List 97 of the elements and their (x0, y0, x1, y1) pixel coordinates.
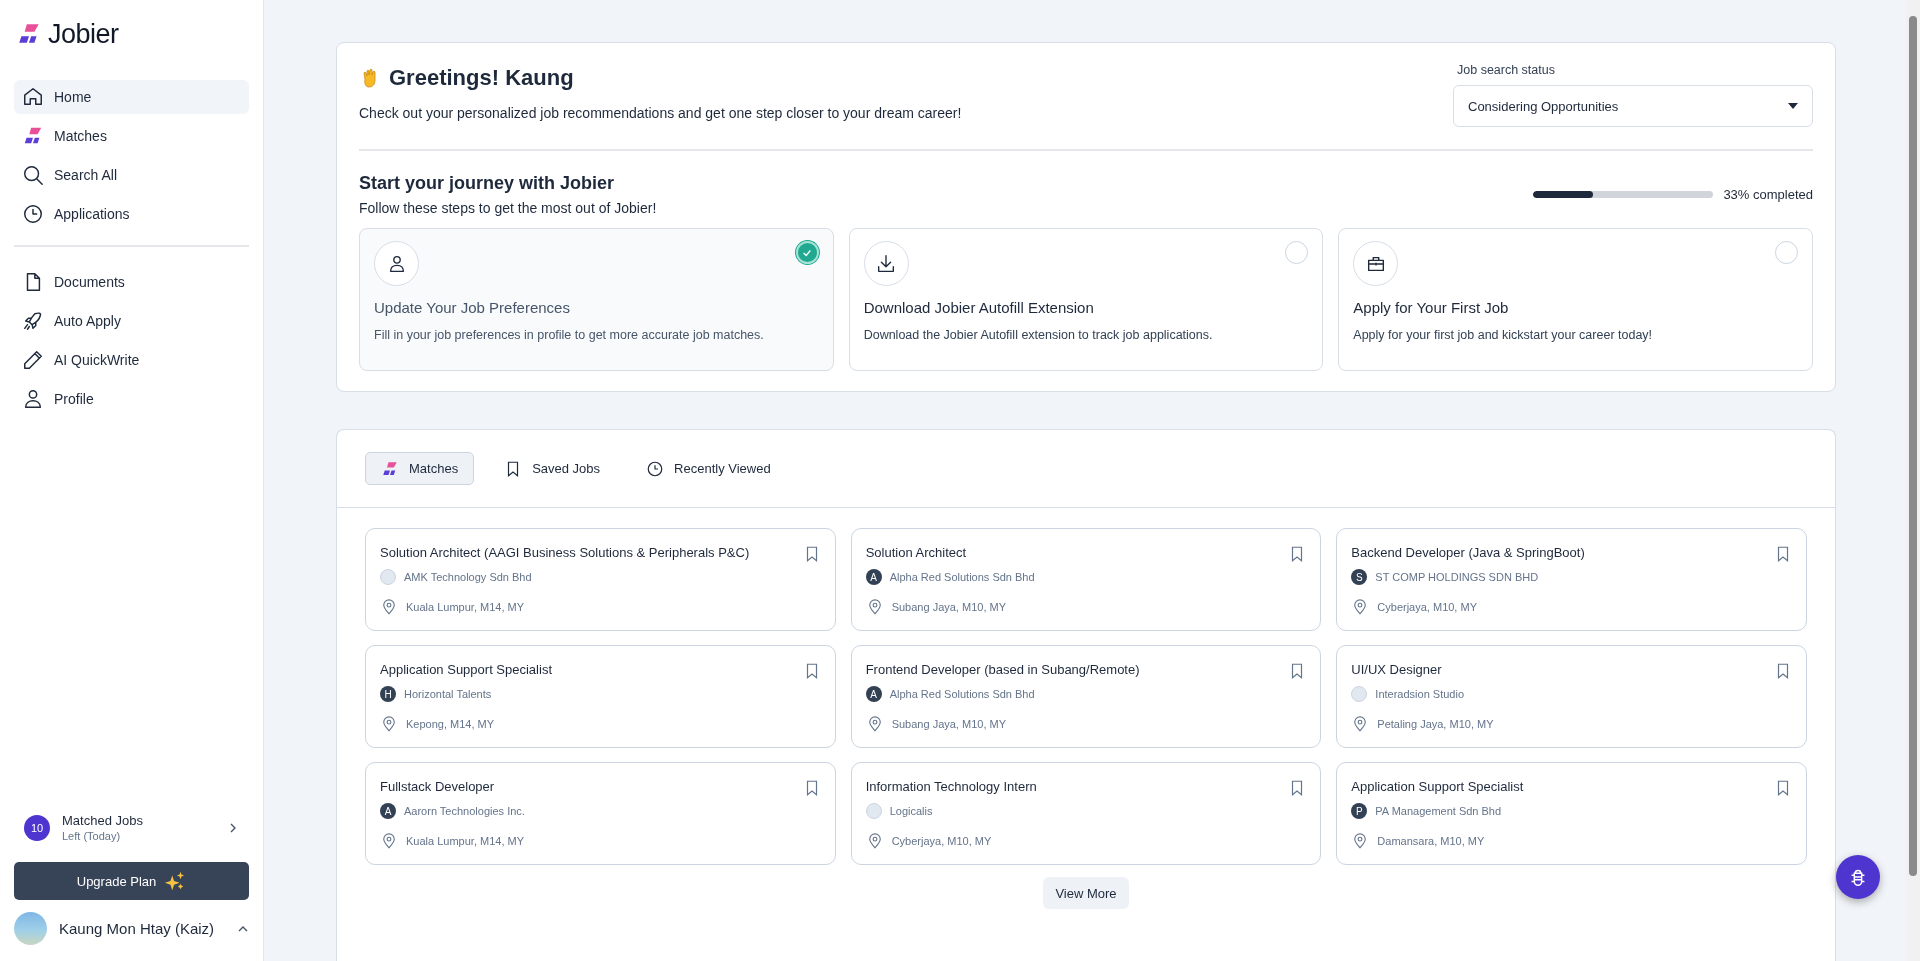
bug-report-button[interactable] (1836, 855, 1880, 899)
job-card[interactable]: Solution Architect A Alpha Red Solutions Sdn Bhd Subang Jaya, M10, MY (850, 528, 1322, 631)
company-name: Alpha Red Solutions Sdn Bhd (889, 571, 1035, 583)
pencil-icon (22, 349, 44, 371)
job-title: Fullstack Developer (380, 779, 495, 794)
company-name: Aarorn Technologies Inc. (404, 805, 525, 817)
job-card[interactable]: Information Technology Intern Logicalis Cyberjaya, M10, MY (850, 762, 1322, 865)
step-card[interactable]: Apply for Your First Job Apply for your first job and kickstart your career today! (1338, 228, 1813, 371)
location-pin-icon (380, 598, 398, 616)
company-logo: S (1351, 569, 1368, 585)
tab[interactable]: Recently Viewed (630, 452, 787, 485)
location-pin-icon (380, 715, 398, 733)
person-icon (22, 388, 44, 410)
job-location: Kuala Lumpur, M14, MY (406, 835, 524, 847)
scrollbar[interactable] (1906, 0, 1920, 961)
count-badge: 10 (24, 814, 50, 841)
brand-icon (381, 459, 399, 478)
location-pin-icon (380, 832, 398, 850)
company-name: AMK Technology Sdn Bhd (404, 571, 532, 583)
company-name: ST COMP HOLDINGS SDN BHD (1375, 571, 1539, 583)
status-label: Job search status (1456, 63, 1556, 77)
step-card[interactable]: Update Your Job Preferences Fill in your job preferences in profile to get more accurate job matches. (359, 228, 834, 371)
job-title: Solution Architect (865, 545, 967, 560)
journey-title: Start your journey with Jobier (359, 173, 616, 194)
brand-name: Jobier (48, 18, 119, 50)
company-name: Alpha Red Solutions Sdn Bhd (889, 688, 1035, 700)
journey-subtitle: Follow these steps to get the most out of Jobier! (359, 200, 657, 216)
company-name: Logicalis (889, 805, 933, 817)
greeting-title: Greetings! Kaung (389, 65, 574, 91)
step-card[interactable]: Download Jobier Autofill Extension Download the Jobier Autofill extension to track job applications. (848, 228, 1324, 371)
job-title: UI/UX Designer (1351, 662, 1442, 677)
status-dropdown[interactable]: Considering Opportunities (1453, 85, 1813, 127)
job-card[interactable]: Fullstack Developer A Aarorn Technologies Inc. Kuala Lumpur, M14, MY (365, 762, 836, 865)
job-location: Kepong, M14, MY (406, 718, 495, 730)
upgrade-plan-button[interactable]: Upgrade Plan (14, 862, 249, 900)
company-logo: A (865, 686, 882, 702)
rocket-icon (22, 310, 44, 332)
job-location: Cyberjaya, M10, MY (1377, 601, 1477, 613)
job-title: Application Support Specialist (1351, 779, 1524, 794)
job-card[interactable]: Frontend Developer (based in Subang/Remote) A Alpha Red Solutions Sdn Bhd Subang Jaya, M10, MY (850, 645, 1322, 748)
search-icon (22, 164, 44, 186)
clock-icon (646, 459, 665, 478)
dropdown-caret-icon (1788, 103, 1798, 109)
job-card[interactable]: Solution Architect (AAGI Business Solutions & Peripherals P&C) AMK Technology Sdn Bhd Kuala Lumpur, M14, MY (365, 528, 836, 631)
nav-item[interactable]: Matches (14, 119, 249, 153)
checkmark-icon (802, 247, 813, 258)
step-description: Download the Jobier Autofill extension to track job applications. (863, 328, 1214, 342)
job-card[interactable]: Application Support Specialist P PA Management Sdn Bhd Damansara, M10, MY (1336, 762, 1807, 865)
company-logo: A (865, 569, 882, 585)
job-title: Backend Developer (Java & SpringBoot) (1351, 545, 1585, 560)
job-title: Frontend Developer (based in Subang/Remote) (865, 662, 1140, 677)
job-location: Cyberjaya, M10, MY (891, 835, 992, 847)
progress-text: 33% completed (1723, 187, 1813, 202)
job-location: Subang Jaya, M10, MY (891, 718, 1006, 730)
step-description: Fill in your job preferences in profile to get more accurate job matches. (374, 328, 765, 342)
company-name: Horizontal Talents (404, 688, 492, 700)
tab[interactable]: Saved Jobs (488, 452, 617, 485)
home-icon (22, 86, 44, 108)
job-location: Subang Jaya, M10, MY (891, 601, 1006, 613)
user-name[interactable]: Kaung Mon Htay (Kaiz) (59, 920, 225, 937)
nav-item[interactable]: Auto Apply (14, 304, 249, 338)
job-card[interactable]: Application Support Specialist H Horizontal Talents Kepong, M14, MY (365, 645, 836, 748)
company-logo: A (380, 803, 396, 819)
nav-item[interactable]: Documents (14, 265, 249, 299)
step-title: Apply for Your First Job (1353, 299, 1510, 316)
job-title: Information Technology Intern (865, 779, 1037, 794)
company-logo: H (380, 686, 396, 702)
nav-item[interactable]: AI QuickWrite (14, 343, 249, 377)
job-title: Application Support Specialist (380, 662, 552, 677)
view-more-button[interactable]: View More (1043, 877, 1129, 909)
step-description: Apply for your first job and kickstart your career today! (1353, 328, 1654, 342)
tab[interactable]: Matches (365, 452, 475, 485)
company-logo (1351, 686, 1368, 702)
company-logo (865, 803, 882, 819)
matched-jobs-subtitle: Left (Today) (62, 830, 122, 842)
company-name: Interadsion Studio (1375, 688, 1464, 700)
matched-jobs-title: Matched Jobs (62, 813, 144, 828)
job-location: Kuala Lumpur, M14, MY (406, 601, 524, 613)
job-location: Damansara, M10, MY (1377, 835, 1485, 847)
nav-item[interactable]: Search All (14, 158, 249, 192)
avatar (14, 912, 47, 945)
step-title: Download Jobier Autofill Extension (863, 299, 1095, 316)
company-logo (380, 569, 396, 585)
job-location: Petaling Jaya, M10, MY (1377, 718, 1494, 730)
company-name: PA Management Sdn Bhd (1375, 805, 1502, 817)
job-card[interactable]: UI/UX Designer Interadsion Studio Petaling Jaya, M10, MY (1336, 645, 1807, 748)
nav-item[interactable]: Home (14, 80, 249, 114)
matched-jobs-link[interactable]: 10 Matched Jobs Left (Today) (14, 813, 249, 842)
clock-icon (22, 203, 44, 225)
sparkle-icon (164, 870, 187, 892)
company-logo: P (1351, 803, 1368, 819)
step-title: Update Your Job Preferences (374, 299, 571, 316)
nav-item[interactable]: Applications (14, 197, 249, 231)
job-title: Solution Architect (AAGI Business Solutions & Peripherals P&C) (380, 545, 750, 560)
job-card[interactable]: Backend Developer (Java & SpringBoot) S ST COMP HOLDINGS SDN BHD Cyberjaya, M10, MY (1336, 528, 1807, 631)
nav-item[interactable]: Profile (14, 382, 249, 416)
greeting-subtitle: Check out your personalized job recommendations and get one step closer to your dream career! (359, 105, 962, 121)
